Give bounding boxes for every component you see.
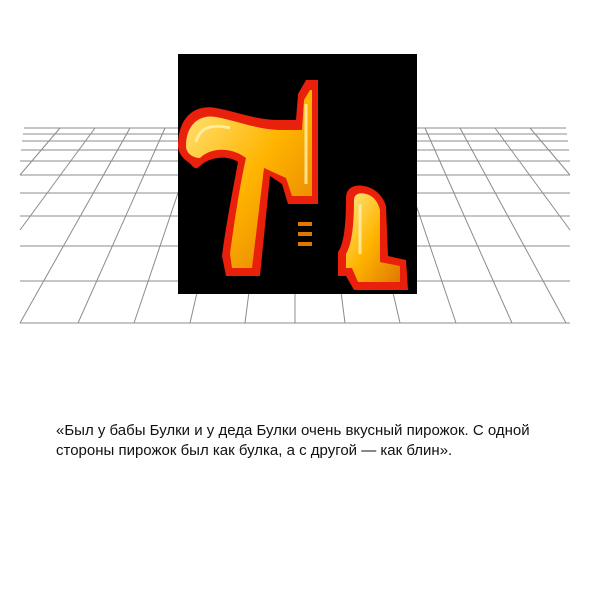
- stylized-letters-logo-icon: [178, 80, 408, 290]
- quote-text: «Был у бабы Булки и у деда Булки очень в…: [56, 422, 530, 459]
- logo: [178, 54, 417, 294]
